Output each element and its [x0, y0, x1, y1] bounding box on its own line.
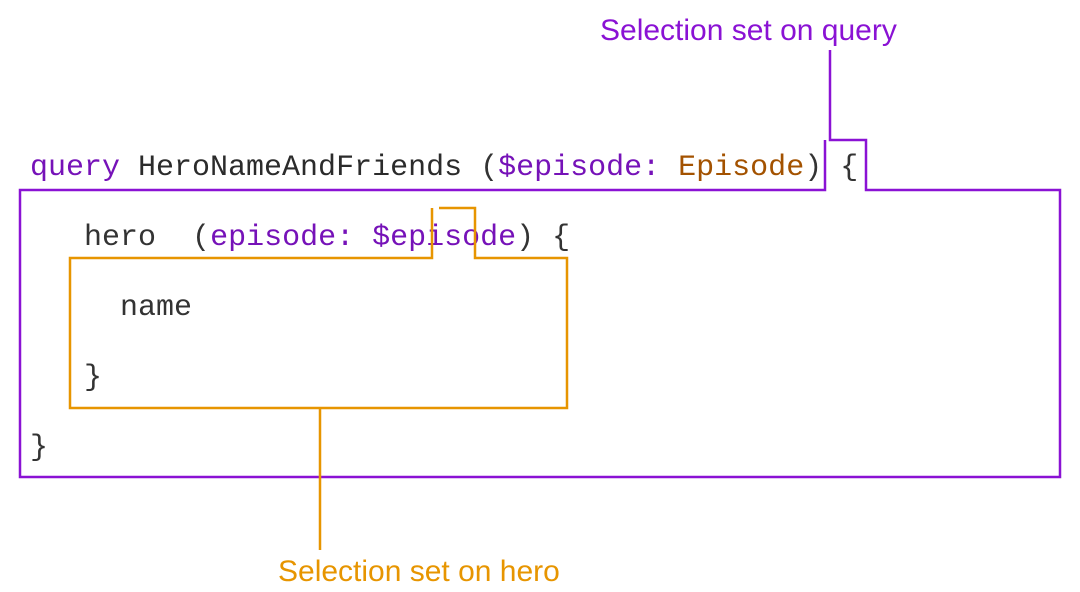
token-field-name: name [120, 291, 192, 325]
token-brace-close-1: } [30, 431, 48, 465]
diagram-stage: Selection set on query Selection set on … [0, 0, 1080, 592]
code-line-1: query HeroNameAndFriends ($episode: Epis… [30, 140, 858, 196]
token-arg-paren-open: ( [192, 221, 210, 255]
token-field-hero: hero [84, 221, 156, 255]
token-variable-def: $episode: [498, 151, 660, 185]
token-arg-name: episode: [210, 221, 354, 255]
code-line-4: } [30, 350, 102, 406]
label-outer-selection: Selection set on query [600, 14, 897, 47]
token-paren-open: ( [480, 151, 498, 185]
token-brace-close-2: } [84, 361, 102, 395]
code-line-3: name [30, 280, 192, 336]
token-type-episode: Episode [678, 151, 804, 185]
token-operation-name: HeroNameAndFriends [138, 151, 462, 185]
label-inner-selection: Selection set on hero [278, 555, 560, 588]
token-brace-open-1: { [840, 151, 858, 185]
token-query-keyword: query [30, 151, 120, 185]
token-arg-value: $episode [372, 221, 516, 255]
token-brace-open-2: { [552, 221, 570, 255]
token-arg-paren-close: ) [516, 221, 534, 255]
code-line-5: } [30, 420, 48, 476]
code-line-2: hero (episode: $episode) { [30, 210, 570, 266]
token-paren-close: ) [804, 151, 822, 185]
